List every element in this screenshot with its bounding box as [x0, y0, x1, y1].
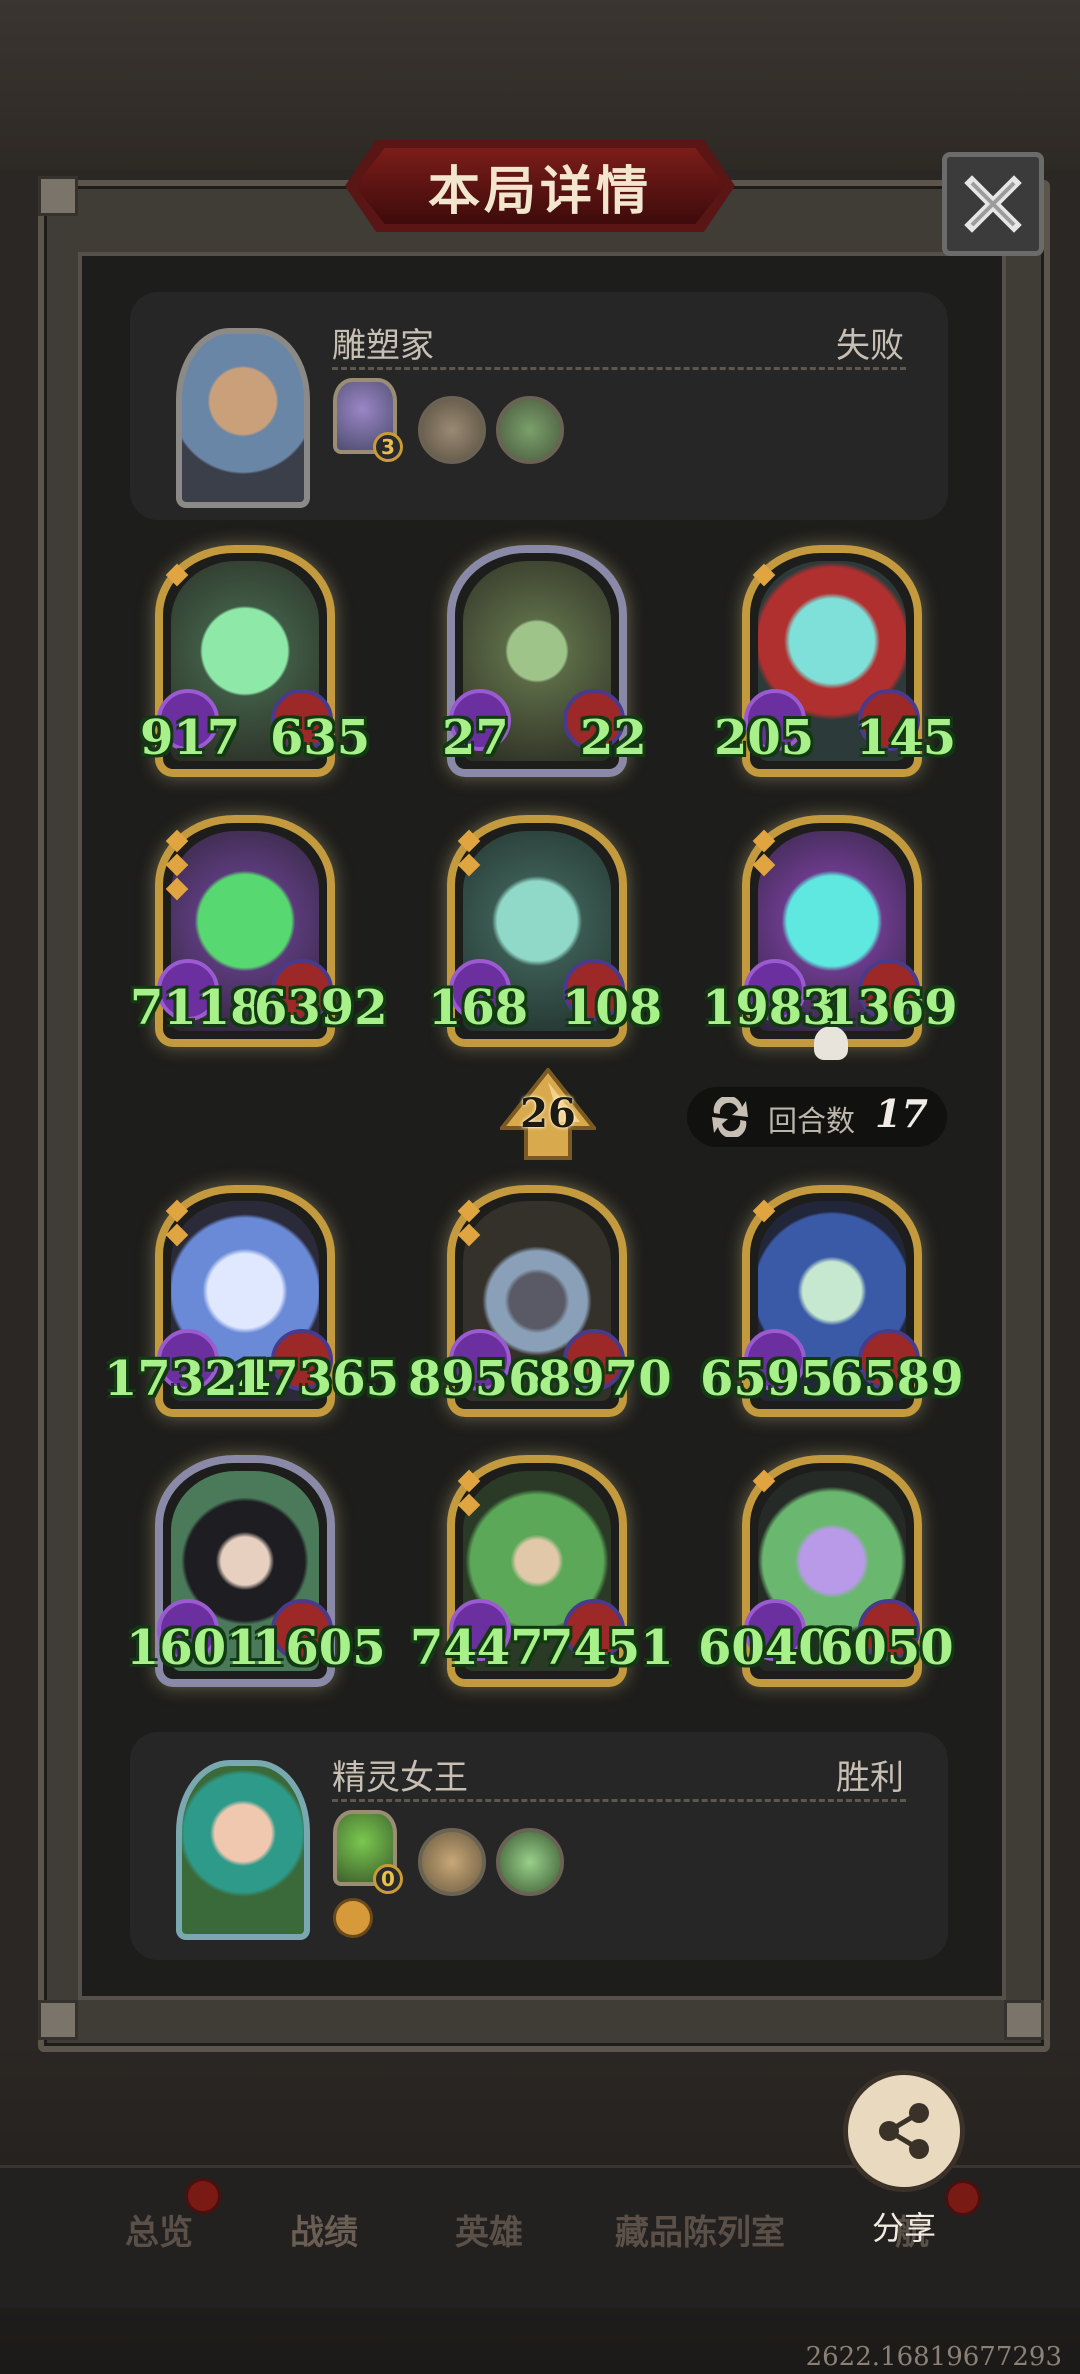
share-icon [879, 2103, 929, 2159]
unit-health: 108 [562, 980, 663, 1036]
unit-health: 145 [856, 710, 957, 766]
frame-corner [38, 2000, 78, 2040]
player-result: 胜利 [836, 1758, 904, 1798]
opponent-name: 雕塑家 [332, 326, 434, 366]
unit-health: 8970 [538, 1351, 672, 1407]
close-button[interactable] [942, 152, 1044, 256]
unit-health: 635 [270, 710, 371, 766]
opponent-result: 失败 [836, 326, 904, 366]
player-trinket-1[interactable] [418, 1828, 486, 1896]
unit-attack: 27 [442, 710, 509, 766]
build-id: 2622.16819677293 [805, 2342, 1062, 2372]
unit-attack: 7118 [130, 980, 264, 1036]
unit-health: 1605 [252, 1620, 386, 1676]
unit-health: 7451 [540, 1620, 674, 1676]
close-icon [964, 175, 1022, 233]
player-trinket-2[interactable] [496, 1828, 564, 1896]
nav-heroes[interactable]: 英雄 [455, 2205, 523, 2254]
opponent-hero-level: 3 [373, 432, 403, 462]
rounds-value: 17 [875, 1091, 928, 1136]
share-button[interactable] [843, 2070, 965, 2192]
unit-health: 22 [580, 710, 647, 766]
unit-attack: 1983 [702, 980, 836, 1036]
rounds-label: 回合数 [768, 1104, 856, 1138]
opponent-trinket-2[interactable] [496, 396, 564, 464]
player-portrait[interactable] [176, 1760, 310, 1940]
unit-health: 1369 [824, 980, 958, 1036]
nav-overview-badge [185, 2178, 221, 2214]
unit-attack: 6040 [698, 1620, 832, 1676]
share-label: 分享 [871, 2209, 936, 2247]
opponent-portrait[interactable] [176, 328, 310, 508]
divider [332, 367, 906, 370]
unit-health: 17365 [232, 1351, 399, 1407]
unit-attack: 205 [714, 710, 815, 766]
tier-value: 26 [520, 1090, 576, 1137]
dialog-title: 本局详情 [427, 160, 652, 222]
unit-attack: 917 [140, 710, 241, 766]
nav-overview[interactable]: 总览 [125, 2205, 193, 2254]
frame-corner [1004, 2000, 1044, 2040]
player-hero-level: 0 [373, 1864, 403, 1894]
unit-health: 6589 [830, 1351, 964, 1407]
divider [332, 1799, 906, 1802]
player-name: 精灵女王 [332, 1758, 468, 1798]
unit-attack: 1601 [126, 1620, 260, 1676]
rounds-icon [712, 1097, 748, 1137]
opponent-trinket-1[interactable] [418, 396, 486, 464]
unit-attack: 8956 [408, 1351, 542, 1407]
unit-health: 6050 [820, 1620, 954, 1676]
nav-records[interactable]: 战绩 [290, 2205, 358, 2254]
frame-corner [38, 176, 78, 216]
player-buff-icon[interactable] [333, 1898, 373, 1938]
unit-health: 6392 [254, 980, 388, 1036]
unit-attack: 168 [428, 980, 529, 1036]
nav-collection[interactable]: 藏品陈列室 [615, 2205, 785, 2254]
unit-attack: 7447 [410, 1620, 544, 1676]
unit-attack: 6595 [700, 1351, 834, 1407]
